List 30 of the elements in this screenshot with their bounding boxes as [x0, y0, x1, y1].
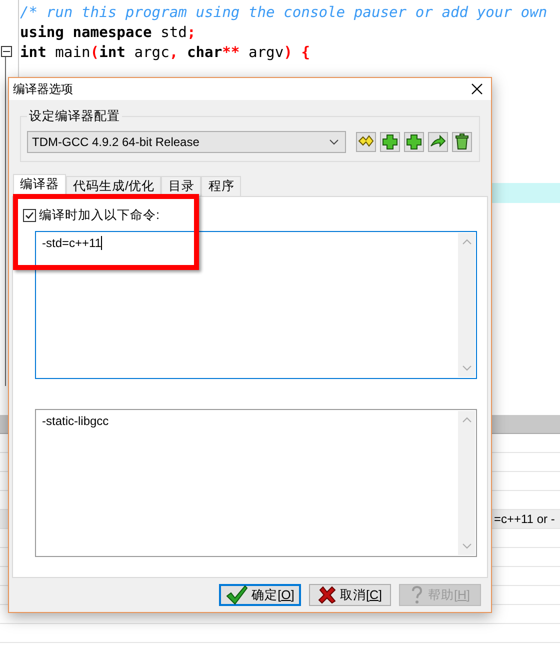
tab[interactable]: 代码生成/优化: [66, 176, 162, 196]
command-field[interactable]: -std=c++11: [35, 231, 477, 379]
ok-button[interactable]: 确定[O]: [219, 584, 301, 606]
group-label: 设定编译器配置: [27, 108, 122, 125]
code-line: /* run this program using the console pauser or add your own: [20, 4, 548, 21]
tab[interactable]: 编译器: [13, 174, 66, 196]
dialog-title: 编译器选项: [13, 80, 73, 98]
plus-icon: [381, 133, 399, 151]
code-line: int main(int argc, char** argv) {: [20, 44, 310, 61]
plus-icon: [405, 133, 423, 151]
question-icon: [410, 585, 424, 605]
check-icon: [226, 585, 248, 605]
toolbar-button[interactable]: [380, 132, 400, 152]
toolbar-button[interactable]: [356, 132, 376, 152]
toolbar-button[interactable]: [452, 132, 472, 152]
command-field[interactable]: -static-libgcc: [35, 409, 477, 557]
close-icon: [318, 586, 336, 604]
checkbox[interactable]: [23, 209, 36, 222]
toolbar-button[interactable]: [404, 132, 424, 152]
close-icon[interactable]: [471, 83, 483, 95]
toolbar-button[interactable]: [428, 132, 448, 152]
tab[interactable]: 目录: [161, 176, 202, 196]
trash-icon: [453, 133, 471, 151]
checkbox-label: 编译时加入以下命令:: [39, 207, 160, 224]
log-text: =c++11 or -: [494, 511, 555, 528]
cancel-button[interactable]: 取消[C]: [309, 584, 391, 606]
compiler-dropdown[interactable]: TDM-GCC 4.9.2 64-bit Release: [27, 131, 346, 153]
fold-icon[interactable]: [1, 46, 12, 57]
code-line: using namespace std;: [20, 24, 196, 41]
tab[interactable]: 程序: [201, 176, 242, 196]
